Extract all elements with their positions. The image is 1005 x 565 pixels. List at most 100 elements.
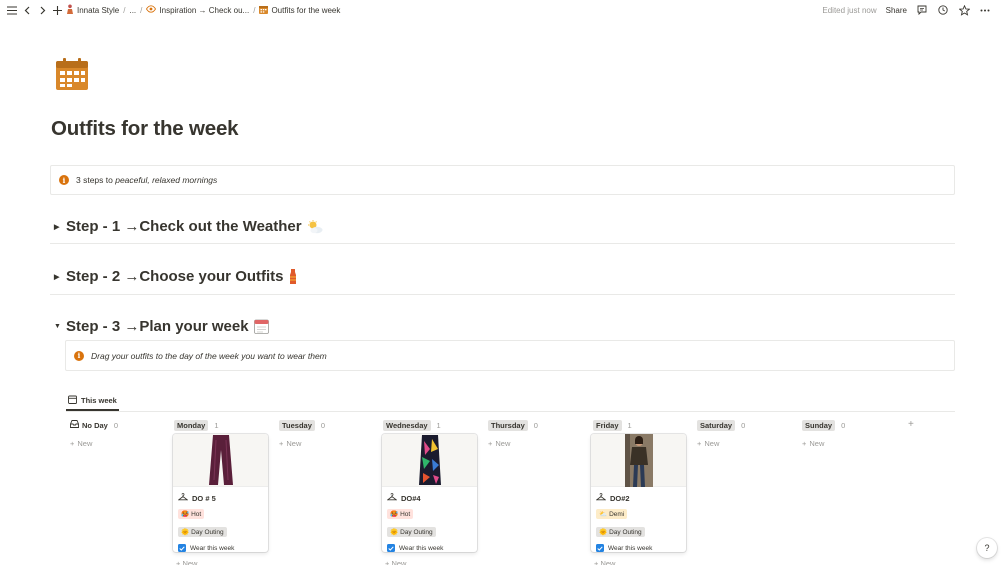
new-label: New bbox=[286, 439, 302, 448]
toggle-step-3[interactable]: ▼ Step - 3 →Plan your week bbox=[54, 318, 269, 335]
wear-checkbox-row[interactable]: Wear this week bbox=[387, 544, 472, 552]
column-name[interactable]: Friday bbox=[593, 419, 622, 431]
card-title: DO#4 bbox=[401, 493, 421, 503]
tag-label: Day Outing bbox=[400, 528, 433, 536]
column-monday: Monday 1 bbox=[174, 419, 270, 431]
column-tuesday: Tuesday 0 + New bbox=[279, 419, 375, 448]
column-no-day: No Day 0 + New bbox=[70, 419, 166, 448]
back-icon[interactable] bbox=[21, 4, 33, 16]
new-card-button[interactable]: + New bbox=[176, 559, 197, 565]
column-name[interactable]: Thursday bbox=[488, 419, 528, 431]
new-label: New bbox=[495, 439, 511, 448]
forward-icon[interactable] bbox=[36, 4, 48, 16]
sun-behind-cloud-icon: ⛅ bbox=[599, 511, 608, 518]
checkbox-label: Wear this week bbox=[399, 544, 444, 552]
card-cover-image bbox=[591, 434, 686, 487]
person-icon bbox=[66, 4, 74, 16]
weather-tag: 🥵 Hot bbox=[387, 509, 414, 519]
tab-this-week[interactable]: This week bbox=[68, 395, 117, 406]
breadcrumb-label: Innata Style bbox=[77, 5, 120, 15]
menu-icon[interactable] bbox=[6, 4, 18, 16]
new-label: New bbox=[809, 439, 825, 448]
column-name[interactable]: Saturday bbox=[697, 419, 736, 431]
column-thursday: Thursday 0 + New bbox=[488, 419, 584, 448]
checkbox-checked-icon[interactable] bbox=[387, 544, 395, 552]
triangle-right-icon[interactable]: ▶ bbox=[54, 223, 66, 231]
hot-face-icon: 🥵 bbox=[181, 511, 190, 518]
breadcrumb-workspace[interactable]: Innata Style bbox=[66, 4, 119, 16]
hanger-icon bbox=[595, 493, 607, 503]
breadcrumb-current[interactable]: Outfits for the week bbox=[259, 5, 340, 16]
toggle-step-2[interactable]: ▶ Step - 2 →Choose your Outfits bbox=[54, 268, 297, 285]
sun-icon: 🌞 bbox=[390, 529, 399, 536]
activity-tag: 🌞 Day Outing bbox=[387, 527, 436, 537]
page-title: Outfits for the week bbox=[51, 117, 239, 140]
star-icon[interactable] bbox=[958, 4, 970, 16]
toggle-step-1[interactable]: ▶ Step - 1 →Check out the Weather bbox=[54, 218, 323, 235]
comment-icon[interactable] bbox=[916, 4, 928, 16]
sun-icon: 🌞 bbox=[599, 529, 608, 536]
checkbox-checked-icon[interactable] bbox=[596, 544, 604, 552]
breadcrumb-ellipsis[interactable]: ... bbox=[129, 6, 136, 15]
weather-tag: ⛅ Demi bbox=[596, 509, 628, 519]
info-icon: i bbox=[59, 175, 69, 185]
wear-checkbox-row[interactable]: Wear this week bbox=[178, 544, 263, 552]
column-name[interactable]: Monday bbox=[174, 419, 209, 431]
divider bbox=[66, 411, 955, 412]
add-group-button[interactable]: + bbox=[908, 419, 914, 430]
calendar-icon[interactable] bbox=[56, 58, 88, 90]
card-title: DO#2 bbox=[610, 493, 630, 503]
wear-checkbox-row[interactable]: Wear this week bbox=[596, 544, 681, 552]
new-label: New bbox=[77, 439, 93, 448]
callout-prefix: 3 steps to bbox=[76, 175, 116, 185]
column-name[interactable]: Sunday bbox=[802, 419, 836, 431]
weather-tag: 🥵 Hot bbox=[178, 509, 205, 519]
card-title: DO # 5 bbox=[192, 493, 216, 503]
toggle-label: Step - 2 →Choose your Outfits bbox=[66, 268, 284, 285]
outfit-card[interactable]: DO#4 🥵 Hot 🌞 Day Outing Wear this week bbox=[382, 434, 477, 552]
column-count: 0 bbox=[533, 420, 538, 430]
info-icon: i bbox=[74, 350, 84, 361]
top-bar: Innata Style / ... / Inspiration → Check… bbox=[0, 0, 1005, 20]
column-name[interactable]: Wednesday bbox=[383, 419, 431, 431]
hanger-icon bbox=[386, 493, 398, 503]
activity-tag: 🌞 Day Outing bbox=[596, 527, 645, 537]
new-card-button[interactable]: + New bbox=[802, 439, 898, 448]
triangle-down-icon[interactable]: ▼ bbox=[54, 323, 66, 330]
plus-icon[interactable] bbox=[51, 4, 63, 16]
breadcrumb-label: Inspiration → Check ou... bbox=[159, 5, 250, 15]
plus-icon: + bbox=[697, 439, 702, 448]
sun-behind-cloud-icon bbox=[307, 219, 323, 234]
help-button[interactable]: ? bbox=[977, 538, 997, 558]
new-card-button[interactable]: + New bbox=[385, 559, 406, 565]
more-icon[interactable] bbox=[979, 4, 991, 16]
clock-icon[interactable] bbox=[937, 4, 949, 16]
new-card-button[interactable]: + New bbox=[70, 439, 166, 448]
new-card-button[interactable]: + New bbox=[697, 439, 793, 448]
toggle-label: Step - 1 →Check out the Weather bbox=[66, 218, 302, 235]
new-card-button[interactable]: + New bbox=[279, 439, 375, 448]
column-sunday: Sunday 0 + New bbox=[802, 419, 898, 448]
column-count: 0 bbox=[741, 420, 746, 430]
column-name: No Day bbox=[82, 420, 108, 430]
new-label: New bbox=[182, 559, 198, 565]
sun-icon: 🌞 bbox=[181, 529, 190, 536]
triangle-right-icon[interactable]: ▶ bbox=[54, 273, 66, 281]
breadcrumb-inspiration[interactable]: Inspiration → Check ou... bbox=[146, 5, 249, 15]
new-label: New bbox=[391, 559, 407, 565]
card-cover-image bbox=[382, 434, 477, 487]
column-header[interactable]: No Day bbox=[70, 420, 108, 430]
outfit-card[interactable]: DO # 5 🥵 Hot 🌞 Day Outing Wear this week bbox=[173, 434, 268, 552]
column-count: 1 bbox=[627, 420, 632, 430]
column-count: 1 bbox=[214, 420, 219, 430]
column-name[interactable]: Tuesday bbox=[279, 419, 315, 431]
calendar-icon bbox=[259, 5, 269, 16]
outfit-card[interactable]: DO#2 ⛅ Demi 🌞 Day Outing Wear this week bbox=[591, 434, 686, 552]
divider bbox=[50, 294, 955, 295]
new-card-button[interactable]: + New bbox=[488, 439, 584, 448]
checkbox-checked-icon[interactable] bbox=[178, 544, 186, 552]
drag-callout: i Drag your outfits to the day of the we… bbox=[65, 340, 955, 371]
new-card-button[interactable]: + New bbox=[594, 559, 615, 565]
share-button[interactable]: Share bbox=[886, 6, 907, 15]
toggle-label: Step - 3 →Plan your week bbox=[66, 318, 249, 335]
